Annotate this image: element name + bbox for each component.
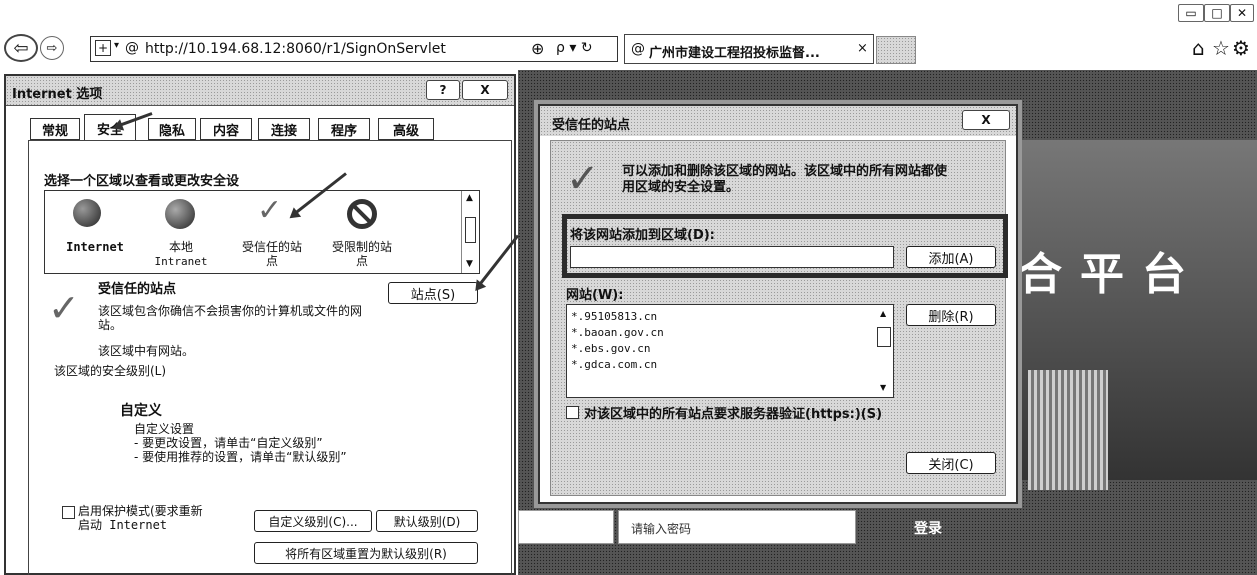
remove-button[interactable]: 删除(R) <box>906 304 996 326</box>
zone-internet[interactable]: Internet <box>53 197 135 269</box>
zone-label-trusted: 受信任的站 <box>241 240 302 254</box>
custom-line-3: - 要使用推荐的设置，请单击“默认级别” <box>134 450 347 464</box>
tab-advanced[interactable]: 高级 <box>378 118 434 140</box>
internet-options-title: Internet 选项 <box>12 87 103 102</box>
websites-scroll-up-icon[interactable]: ▲ <box>880 309 886 318</box>
maximize-button[interactable]: □ <box>1204 4 1230 22</box>
compat-view-icon[interactable]: ⊕ <box>531 39 544 58</box>
home-icon[interactable]: ⌂ <box>1192 36 1205 60</box>
zone-has-sites: 该区域中有网站。 <box>98 344 195 358</box>
trusted-check-icon: ✓ <box>257 193 283 228</box>
zone-list-scrollbar[interactable]: ▲ ▼ <box>461 191 479 273</box>
zone-label-local: 本地 <box>168 240 193 254</box>
zone-label-restricted: 受限制的站 <box>331 240 392 254</box>
window-close-button[interactable]: ✕ <box>1230 4 1254 22</box>
scroll-down-icon[interactable]: ▼ <box>466 259 473 269</box>
internet-options-titlebar: Internet 选项 ? X <box>6 76 514 106</box>
buildings-image <box>1028 370 1108 490</box>
trusted-sites-title: 受信任的站点 <box>552 118 631 133</box>
browser-tab[interactable]: @ 广州市建设工程招投标监督... × <box>624 34 874 64</box>
favorites-icon[interactable]: ☆ <box>1212 36 1230 60</box>
tab-connections[interactable]: 连接 <box>258 118 310 140</box>
add-website-label: 将该网站添加到区域(D): <box>570 228 715 243</box>
restricted-icon <box>347 199 377 229</box>
website-item[interactable]: *.gdca.com.cn <box>567 357 893 373</box>
intranet-globe-icon <box>165 199 195 229</box>
tab-security[interactable]: 安全 <box>84 114 136 141</box>
add-website-input[interactable] <box>570 246 894 268</box>
info-line-2: 用区域的安全设置。 <box>622 180 740 195</box>
sites-button[interactable]: 站点(S) <box>388 282 478 304</box>
websites-label: 网站(W): <box>566 288 624 303</box>
website-item[interactable]: *.ebs.gov.cn <box>567 341 893 357</box>
zone-description: 该区域包含你确信不会损害你的计算机或文件的网站。 <box>98 304 363 332</box>
tab-title: 广州市建设工程招投标监督... <box>649 46 820 61</box>
zone-label-internet: Internet <box>66 240 124 254</box>
website-item[interactable]: *.95105813.cn <box>567 309 893 325</box>
custom-heading: 自定义 <box>120 403 162 419</box>
websites-scrollbar[interactable]: ▲ ▼ <box>875 305 893 397</box>
website-item[interactable]: *.baoan.gov.cn <box>567 325 893 341</box>
scroll-up-icon[interactable]: ▲ <box>466 193 473 203</box>
close-button[interactable]: 关闭(C) <box>906 452 996 474</box>
tab-close-icon[interactable]: × <box>857 41 868 56</box>
url-text[interactable]: http://10.194.68.12:8060/r1/SignOnServle… <box>145 41 446 57</box>
require-https-label[interactable]: 对该区域中的所有站点要求服务器验证(https:)(S) <box>584 403 882 422</box>
scroll-thumb[interactable] <box>465 217 476 243</box>
websites-list[interactable]: *.95105813.cn *.baoan.gov.cn *.ebs.gov.c… <box>566 304 894 398</box>
help-button[interactable]: ? <box>426 80 460 100</box>
tools-gear-icon[interactable]: ⚙ <box>1232 36 1250 60</box>
tab-content[interactable]: 内容 <box>200 118 252 140</box>
security-level-label: 该区域的安全级别(L) <box>54 364 167 378</box>
info-check-icon: ✓ <box>566 156 600 202</box>
zone-restricted-sites[interactable]: 受限制的站 点 <box>319 197 405 269</box>
page-heading-partial: 合平台 <box>1018 249 1204 300</box>
zone-sublabel-intranet: Intranet <box>154 255 208 268</box>
trusted-sites-titlebar: 受信任的站点 X <box>540 106 1016 136</box>
dropdown-chevron-icon[interactable]: ▾ <box>114 40 119 51</box>
forward-button[interactable]: ⇨ <box>40 36 64 60</box>
password-placeholder: 请输入密码 <box>631 522 692 536</box>
custom-level-button[interactable]: 自定义级别(C)... <box>254 510 372 532</box>
internet-options-close-button[interactable]: X <box>462 80 508 100</box>
websites-scroll-thumb[interactable] <box>877 327 891 347</box>
minimize-button[interactable]: ▭ <box>1178 4 1204 22</box>
address-bar[interactable]: + ▾ @ http://10.194.68.12:8060/r1/SignOn… <box>90 36 618 62</box>
username-field-partial[interactable] <box>518 510 614 544</box>
zone-sublabel-restricted: 点 <box>355 254 368 268</box>
back-button[interactable]: ⇦ <box>4 34 38 62</box>
tab-general[interactable]: 常规 <box>30 118 80 140</box>
zone-list[interactable]: Internet 本地 Intranet ✓ 受信任的站 点 受限制的站 点 ▲… <box>44 190 480 274</box>
zone-sublabel-trusted: 点 <box>265 254 278 268</box>
add-button[interactable]: 添加(A) <box>906 246 996 268</box>
password-field[interactable]: 请输入密码 <box>618 510 856 544</box>
default-level-button[interactable]: 默认级别(D) <box>376 510 478 532</box>
require-https-checkbox[interactable] <box>566 406 579 419</box>
back-arrow-icon: ⇦ <box>13 37 29 59</box>
tab-privacy[interactable]: 隐私 <box>148 118 196 140</box>
protected-mode-checkbox[interactable] <box>62 506 75 519</box>
ie-page-icon: @ <box>125 40 139 56</box>
selected-zone-check-icon: ✓ <box>48 286 80 330</box>
new-tab-button[interactable] <box>876 36 916 64</box>
protected-mode-label-2: 启动 Internet <box>78 518 168 532</box>
trusted-sites-close-button[interactable]: X <box>962 110 1010 130</box>
login-button[interactable]: 登录 <box>914 518 942 538</box>
globe-icon <box>73 199 101 227</box>
add-icon[interactable]: + <box>95 40 111 56</box>
zone-local-intranet[interactable]: 本地 Intranet <box>141 197 223 269</box>
search-refresh-icons[interactable]: ρ ▾ ↻ <box>556 40 593 56</box>
tab-page-icon: @ <box>631 41 645 57</box>
zone-prompt: 选择一个区域以查看或更改安全设 <box>44 174 240 189</box>
forward-arrow-icon: ⇨ <box>46 40 58 56</box>
reset-all-zones-button[interactable]: 将所有区域重置为默认级别(R) <box>254 542 478 564</box>
selected-zone-title: 受信任的站点 <box>98 282 177 297</box>
websites-scroll-down-icon[interactable]: ▼ <box>880 383 886 392</box>
tab-programs[interactable]: 程序 <box>318 118 370 140</box>
